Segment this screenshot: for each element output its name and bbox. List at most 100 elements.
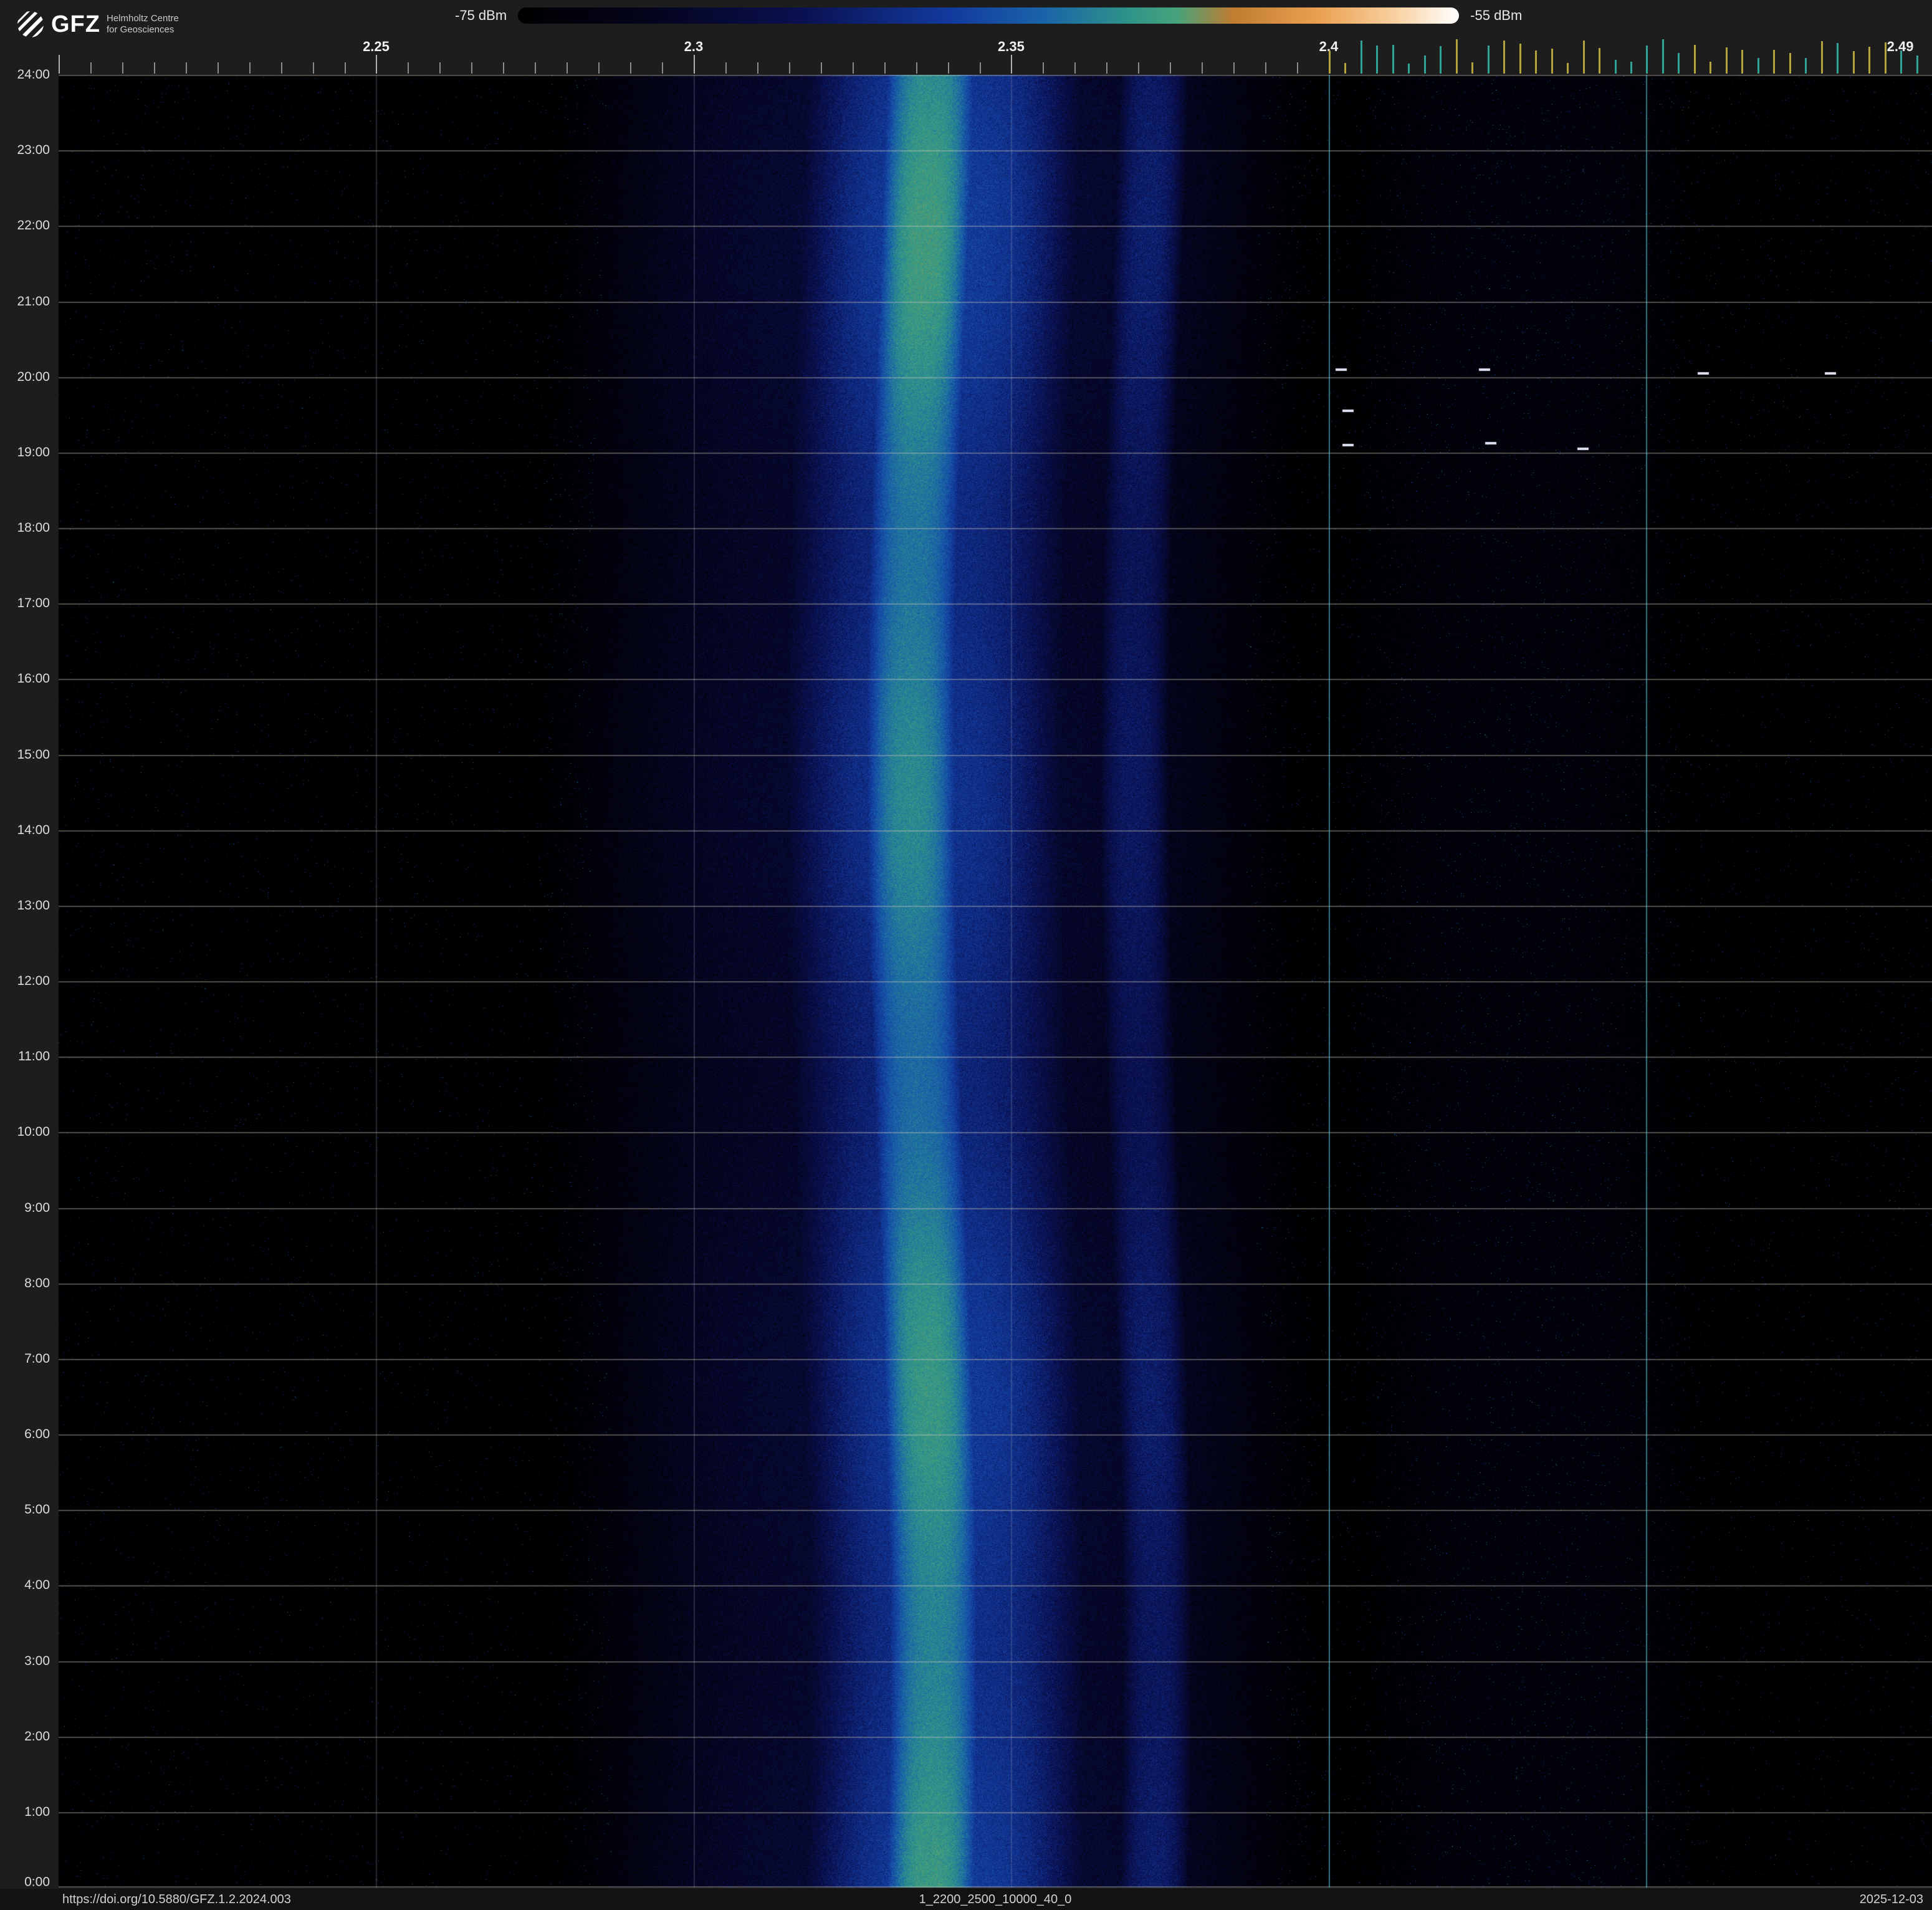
channel-activity-tick	[1678, 53, 1680, 74]
freq-major-tick	[59, 55, 60, 74]
logo-subtitle-line1: Helmholtz Centre	[106, 13, 179, 24]
freq-minor-tick	[312, 62, 314, 74]
time-tick-label: 3:00	[24, 1653, 50, 1668]
time-tick-label: 7:00	[24, 1351, 50, 1366]
channel-activity-tick	[1328, 50, 1331, 74]
freq-minor-tick	[1074, 62, 1076, 74]
freq-minor-tick	[408, 62, 409, 74]
freq-minor-tick	[344, 62, 346, 74]
time-tick-label: 11:00	[18, 1049, 50, 1064]
freq-minor-tick	[1170, 62, 1172, 74]
time-tick-label: 24:00	[17, 67, 50, 82]
colorbar-scale: -75 dBm -55 dBm	[455, 7, 1522, 24]
freq-minor-tick	[153, 62, 155, 74]
spectrogram-canvas[interactable]	[59, 75, 1932, 1888]
time-tick-label: 0:00	[24, 1874, 50, 1889]
freq-minor-tick	[503, 62, 505, 74]
channel-activity-tick	[1392, 45, 1394, 74]
freq-minor-tick	[1106, 62, 1108, 74]
channel-activity-tick	[1741, 50, 1744, 74]
freq-minor-tick	[947, 62, 949, 74]
channel-activity-tick	[1344, 63, 1347, 74]
channel-activity-tick	[1820, 41, 1823, 74]
freq-minor-tick	[598, 62, 600, 74]
time-tick-label: 16:00	[17, 671, 50, 686]
logo-subtitle-line2: for Geosciences	[106, 24, 175, 35]
time-tick-label: 18:00	[17, 521, 50, 535]
logo-brand: GFZ	[51, 11, 100, 37]
freq-minor-tick	[630, 62, 632, 74]
colorbar-gradient	[518, 7, 1460, 24]
gfz-logo-icon	[17, 11, 44, 37]
freq-minor-tick	[249, 62, 251, 74]
date-label: 2025-12-03	[1859, 1893, 1923, 1906]
channel-activity-tick	[1805, 58, 1807, 74]
channel-activity-tick	[1471, 62, 1474, 74]
channel-activity-tick	[1852, 51, 1855, 74]
time-tick-label: 23:00	[17, 143, 50, 158]
channel-activity-tick	[1360, 41, 1362, 74]
freq-minor-tick	[185, 62, 187, 74]
channel-activity-tick	[1837, 43, 1839, 74]
channel-activity-tick	[1423, 55, 1426, 74]
freq-minor-tick	[90, 62, 92, 74]
channel-activity-tick	[1868, 47, 1871, 74]
frequency-ruler	[59, 37, 1932, 74]
colorbar-max-label: -55 dBm	[1470, 7, 1523, 23]
channel-activity-tick	[1487, 46, 1490, 74]
freq-minor-tick	[788, 62, 790, 74]
freq-minor-tick	[1202, 62, 1203, 74]
channel-activity-tick	[1757, 58, 1759, 74]
time-tick-label: 4:00	[24, 1578, 50, 1593]
freq-major-tick	[1011, 55, 1013, 74]
channel-activity-tick	[1662, 39, 1664, 74]
time-tick-label: 19:00	[17, 444, 50, 459]
freq-minor-tick	[725, 62, 727, 74]
channel-activity-tick	[1773, 50, 1776, 74]
channel-activity-tick	[1916, 55, 1918, 74]
freq-minor-tick	[757, 62, 758, 74]
channel-activity-tick	[1440, 46, 1442, 74]
channel-activity-tick	[1693, 45, 1696, 74]
time-tick-label: 17:00	[17, 596, 50, 611]
freq-minor-tick	[439, 62, 441, 74]
time-tick-label: 13:00	[17, 898, 50, 913]
footer-bar: https://doi.org/10.5880/GFZ.1.2.2024.003…	[0, 1889, 1932, 1910]
freq-minor-tick	[280, 62, 282, 74]
freq-minor-tick	[1265, 62, 1267, 74]
time-tick-label: 21:00	[17, 294, 50, 309]
freq-minor-tick	[1138, 62, 1140, 74]
time-tick-label: 20:00	[17, 369, 50, 384]
freq-minor-tick	[979, 62, 981, 74]
time-tick-label: 5:00	[24, 1502, 50, 1517]
time-tick-label: 6:00	[24, 1427, 50, 1441]
gfz-logo: GFZ Helmholtz Centre for Geosciences	[16, 10, 179, 39]
channel-activity-tick	[1884, 42, 1887, 74]
freq-minor-tick	[852, 62, 854, 74]
time-tick-label: 8:00	[24, 1275, 50, 1290]
channel-activity-tick	[1408, 64, 1410, 74]
freq-minor-tick	[567, 62, 568, 74]
freq-minor-tick	[662, 62, 664, 74]
time-tick-label: 14:00	[17, 822, 50, 837]
channel-activity-tick	[1551, 49, 1553, 74]
channel-activity-tick	[1599, 48, 1601, 74]
freq-minor-tick	[884, 62, 886, 74]
freq-minor-tick	[471, 62, 473, 74]
time-tick-label: 9:00	[24, 1200, 50, 1215]
freq-minor-tick	[916, 62, 917, 74]
freq-minor-tick	[535, 62, 537, 74]
channel-activity-tick	[1900, 50, 1903, 74]
channel-activity-tick	[1789, 53, 1791, 74]
freq-minor-tick	[1233, 62, 1235, 74]
colorbar-min-label: -75 dBm	[455, 7, 507, 23]
time-tick-label: 1:00	[24, 1804, 50, 1819]
time-tick-label: 2:00	[24, 1729, 50, 1744]
freq-major-tick	[376, 55, 378, 74]
channel-activity-tick	[1567, 63, 1569, 74]
channel-activity-tick	[1614, 60, 1617, 74]
filename-label: 1_2200_2500_10000_40_0	[919, 1893, 1072, 1906]
freq-minor-tick	[217, 62, 219, 74]
freq-major-tick	[693, 55, 695, 74]
channel-activity-tick	[1519, 44, 1521, 74]
